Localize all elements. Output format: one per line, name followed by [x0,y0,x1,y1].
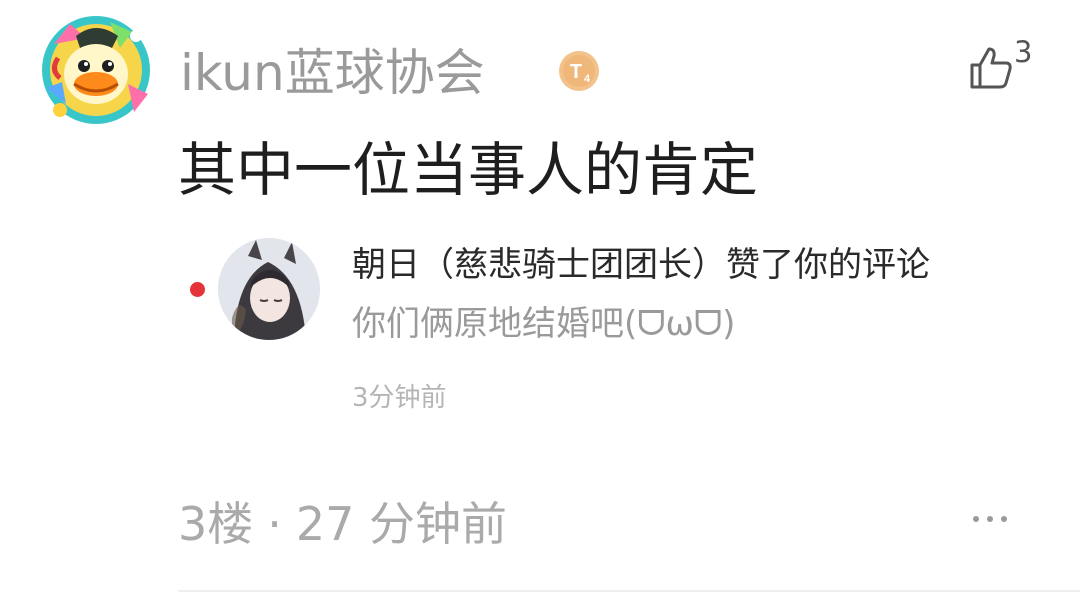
notification-quote: 你们俩原地结婚吧(ᗜωᗜ) [352,304,736,344]
notification-time: 3分钟前 [352,383,447,413]
comment-time: 27 分钟前 [295,497,508,551]
notification-title: 朝日（慈悲骑士团团长）赞了你的评论 [352,245,930,285]
liker-avatar[interactable] [218,238,320,340]
more-dots-icon [973,516,1007,522]
thumb-up-icon [970,47,1012,89]
comment-meta: 3楼 · 27 分钟前 [178,494,507,554]
like-count: 3 [1014,35,1033,69]
divider [178,590,1080,592]
like-button[interactable]: 3 [964,35,1044,98]
level-badge-number: 4 [584,73,591,85]
unread-dot [190,282,205,297]
more-options-button[interactable] [968,500,1012,538]
commenter-avatar[interactable] [40,14,152,126]
floor-number: 3楼 [178,497,254,551]
like-notification[interactable]: 朝日（慈悲骑士团团长）赞了你的评论 你们俩原地结婚吧(ᗜωᗜ) 3分钟前 [178,226,1058,426]
liker-avatar-image [218,238,320,340]
commenter-username[interactable]: ikun蓝球协会 [180,40,485,106]
avatar-image [40,14,152,126]
meta-separator: · [267,497,282,551]
comment-text: 其中一位当事人的肯定 [178,136,759,204]
level-badge-letter: T [570,61,582,83]
level-badge-icon: T 4 [557,49,601,93]
